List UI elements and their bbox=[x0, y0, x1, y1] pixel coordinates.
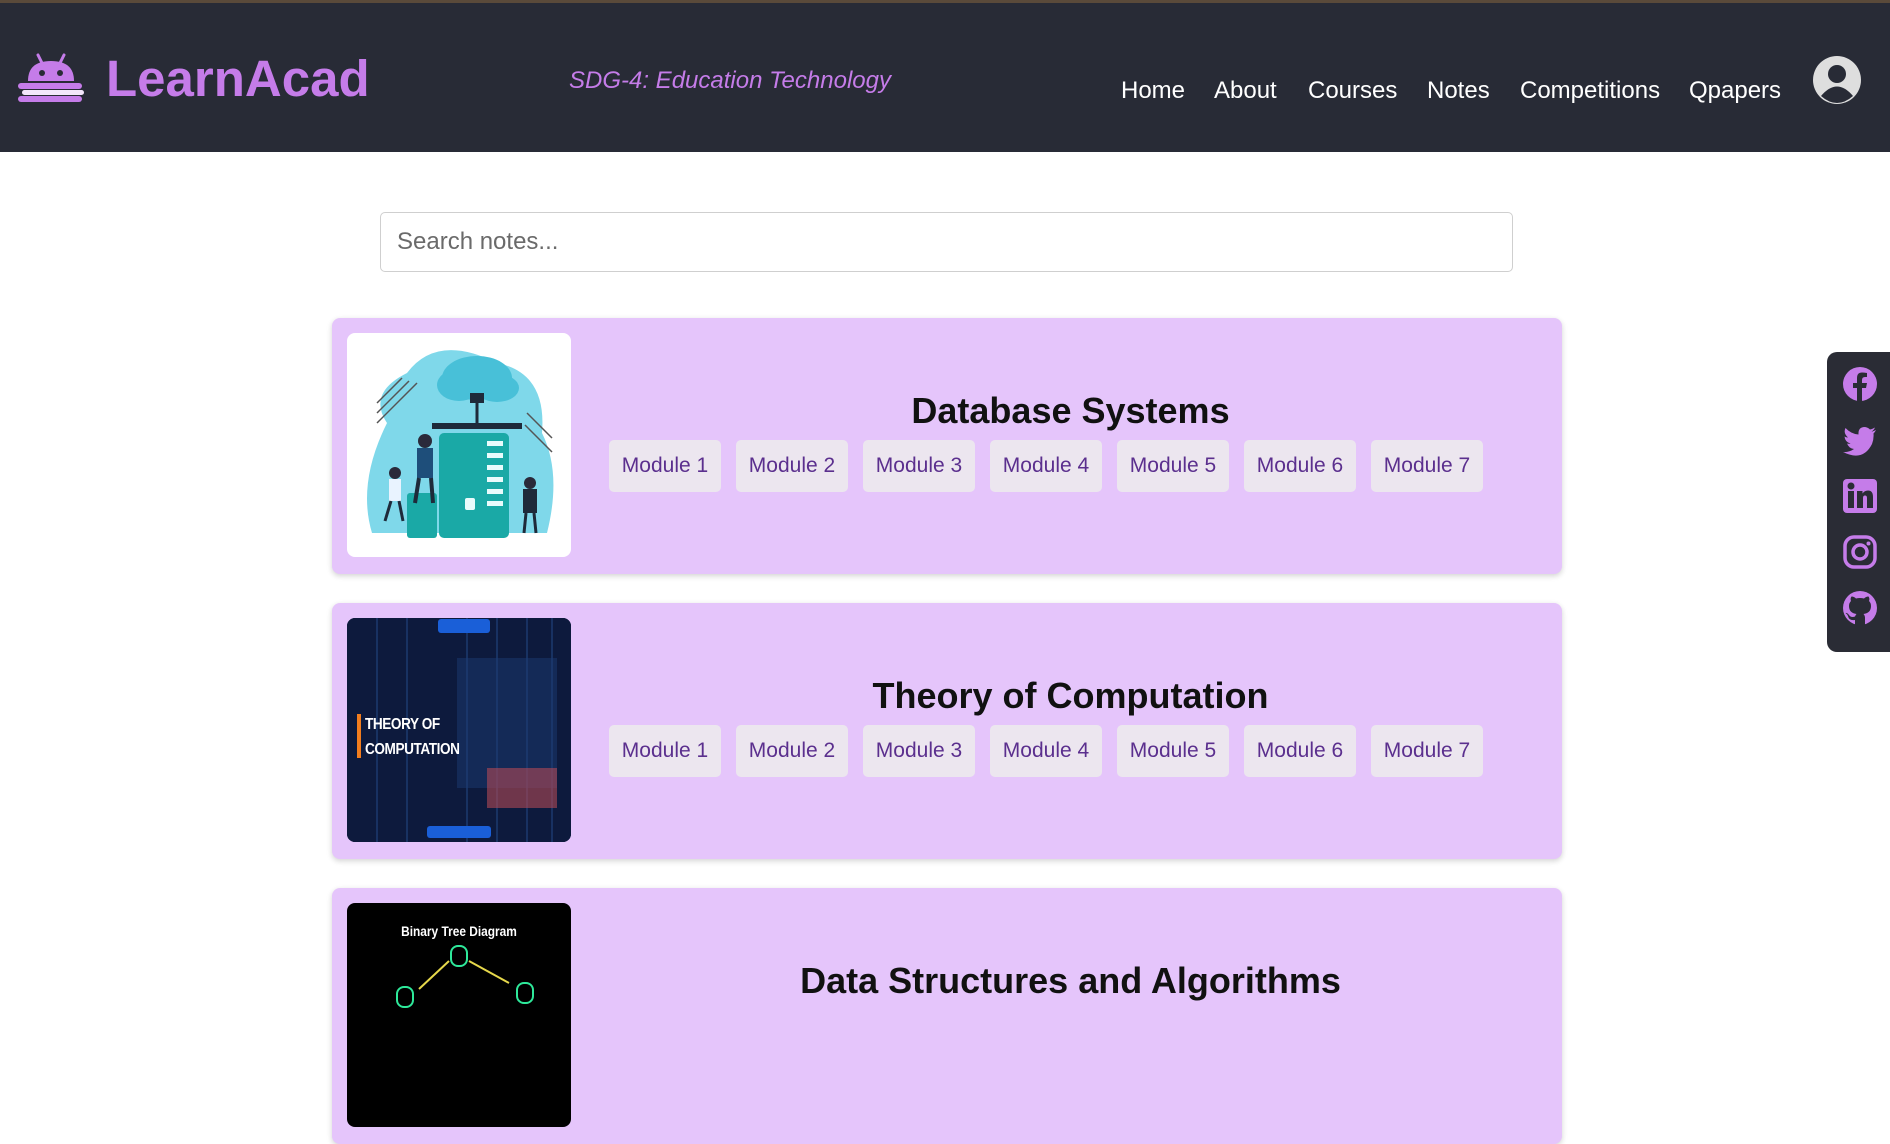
module-4-button[interactable]: Module 4 bbox=[990, 440, 1102, 492]
course-card-database-systems: Database Systems Module 1 Module 2 Modul… bbox=[332, 318, 1562, 574]
module-6-button[interactable]: Module 6 bbox=[1244, 725, 1356, 777]
course-title: Theory of Computation bbox=[872, 675, 1269, 716]
module-4-button[interactable]: Module 4 bbox=[990, 725, 1102, 777]
module-5-button[interactable]: Module 5 bbox=[1117, 440, 1229, 492]
book-robot-logo-icon bbox=[16, 53, 86, 105]
module-1-button[interactable]: Module 1 bbox=[609, 725, 721, 777]
module-7-button[interactable]: Module 7 bbox=[1371, 440, 1483, 492]
module-3-button[interactable]: Module 3 bbox=[863, 440, 975, 492]
module-list: Module 1 Module 2 Module 3 Module 4 Modu… bbox=[609, 725, 1498, 777]
course-card-data-structures: Binary Tree Diagram Data Structures and … bbox=[332, 888, 1562, 1144]
github-icon[interactable] bbox=[1842, 590, 1878, 626]
course-card-theory-of-computation: THEORY OF COMPUTATION Theory of Computat… bbox=[332, 603, 1562, 859]
course-thumbnail: THEORY OF COMPUTATION bbox=[347, 618, 571, 842]
nav-notes[interactable]: Notes bbox=[1427, 77, 1490, 105]
nav-home[interactable]: Home bbox=[1121, 77, 1185, 105]
tagline: SDG-4: Education Technology bbox=[569, 67, 891, 94]
course-thumbnail: Binary Tree Diagram bbox=[347, 903, 571, 1127]
module-2-button[interactable]: Module 2 bbox=[736, 725, 848, 777]
course-title: Database Systems bbox=[911, 390, 1230, 431]
brand[interactable]: LearnAcad bbox=[16, 53, 370, 105]
module-2-button[interactable]: Module 2 bbox=[736, 440, 848, 492]
social-sidebar bbox=[1827, 352, 1890, 652]
thumbnail-text: THEORY OF COMPUTATION bbox=[365, 716, 460, 758]
brand-name: LearnAcad bbox=[106, 50, 370, 107]
module-1-button[interactable]: Module 1 bbox=[609, 440, 721, 492]
module-5-button[interactable]: Module 5 bbox=[1117, 725, 1229, 777]
module-list: Module 1 Module 2 Module 3 Module 4 Modu… bbox=[609, 440, 1498, 492]
linkedin-icon[interactable] bbox=[1842, 478, 1878, 514]
nav-competitions[interactable]: Competitions bbox=[1520, 77, 1660, 105]
top-navbar: LearnAcad SDG-4: Education Technology Ho… bbox=[0, 0, 1890, 152]
user-avatar-icon[interactable] bbox=[1812, 55, 1862, 105]
search-box bbox=[380, 212, 1513, 272]
module-6-button[interactable]: Module 6 bbox=[1244, 440, 1356, 492]
nav-courses[interactable]: Courses bbox=[1308, 77, 1397, 105]
module-7-button[interactable]: Module 7 bbox=[1371, 725, 1483, 777]
search-input[interactable] bbox=[381, 213, 1512, 271]
course-title: Data Structures and Algorithms bbox=[800, 960, 1341, 1001]
twitter-icon[interactable] bbox=[1842, 422, 1878, 458]
facebook-icon[interactable] bbox=[1842, 366, 1878, 402]
instagram-icon[interactable] bbox=[1842, 534, 1878, 570]
nav-qpapers[interactable]: Qpapers bbox=[1689, 77, 1781, 105]
module-3-button[interactable]: Module 3 bbox=[863, 725, 975, 777]
nav-about[interactable]: About bbox=[1214, 77, 1277, 105]
course-thumbnail bbox=[347, 333, 571, 557]
